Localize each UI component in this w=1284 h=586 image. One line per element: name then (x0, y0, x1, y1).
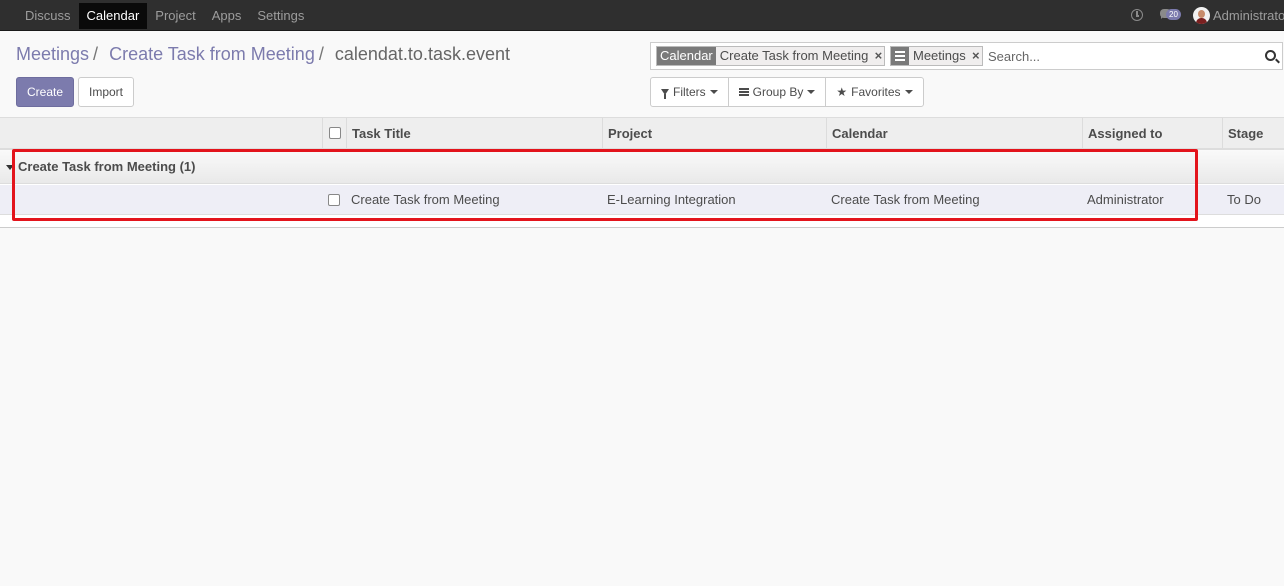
search-input[interactable] (988, 46, 1248, 66)
messaging-badge: 20 (1166, 9, 1181, 20)
user-avatar[interactable] (1193, 7, 1210, 24)
menu-item-settings[interactable]: Settings (249, 3, 312, 29)
menu-item-discuss[interactable]: Discuss (17, 3, 79, 29)
list-icon (891, 47, 909, 65)
search-facet-meetings: Meetings × (890, 46, 983, 66)
group-label: Create Task from Meeting (1) (18, 159, 196, 174)
caret-down-icon (709, 90, 718, 94)
search-icon[interactable] (1265, 50, 1276, 61)
facet-value: Create Task from Meeting (719, 48, 869, 63)
search-options: Filters Group By ★ Favorites (650, 77, 924, 107)
cell-assigned-to: Administrator (1087, 192, 1164, 207)
facet-value: Meetings (913, 48, 966, 63)
cell-calendar: Create Task from Meeting (831, 192, 980, 207)
table-header: Task Title Project Calendar Assigned to … (0, 118, 1284, 150)
user-menu[interactable]: Administrator (1213, 0, 1284, 31)
star-icon: ★ (836, 85, 848, 99)
group-row[interactable]: Create Task from Meeting (1) (0, 150, 1284, 184)
caret-down-icon (807, 90, 816, 94)
caret-down-icon (904, 90, 913, 94)
cell-stage: To Do (1227, 192, 1261, 207)
table-row[interactable]: Create Task from Meeting E-Learning Inte… (0, 185, 1284, 215)
bars-icon (738, 88, 749, 96)
column-task-title[interactable]: Task Title (346, 118, 603, 148)
app-menu: Discuss Calendar Project Apps Settings (17, 3, 312, 29)
row-checkbox[interactable] (328, 194, 340, 206)
column-project[interactable]: Project (602, 118, 827, 148)
cell-project: E-Learning Integration (607, 192, 736, 207)
select-all-cell (322, 118, 347, 148)
column-stage[interactable]: Stage (1222, 118, 1284, 148)
breadcrumb: Meetings / Create Task from Meeting / cale… (16, 44, 510, 64)
facet-remove-icon[interactable]: × (970, 47, 982, 65)
column-calendar[interactable]: Calendar (826, 118, 1083, 148)
import-button[interactable]: Import (78, 77, 134, 107)
breadcrumb-current: calendat.to.task.event (334, 44, 510, 64)
menu-item-apps[interactable]: Apps (204, 3, 250, 29)
search-bar[interactable]: Calendar Create Task from Meeting × Meet… (650, 42, 1283, 70)
group-by-button[interactable]: Group By (729, 78, 827, 106)
cell-task-title: Create Task from Meeting (351, 192, 500, 207)
search-facet-calendar: Calendar Create Task from Meeting × (656, 46, 886, 66)
caret-down-icon (6, 165, 14, 170)
facet-label: Calendar (657, 47, 716, 65)
list-view: Task Title Project Calendar Assigned to … (0, 117, 1284, 228)
breadcrumb-create-task[interactable]: Create Task from Meeting (109, 44, 315, 64)
favorites-button[interactable]: ★ Favorites (826, 78, 922, 106)
select-all-checkbox[interactable] (329, 127, 341, 139)
filter-icon (661, 89, 669, 99)
menu-item-project[interactable]: Project (147, 3, 203, 29)
filters-button[interactable]: Filters (651, 78, 729, 106)
top-navbar: Discuss Calendar Project Apps Settings 2… (0, 0, 1284, 31)
menu-item-calendar[interactable]: Calendar (78, 3, 148, 29)
breadcrumb-meetings[interactable]: Meetings (16, 44, 89, 64)
create-button[interactable]: Create (16, 77, 74, 107)
column-assigned-to[interactable]: Assigned to (1082, 118, 1223, 148)
activity-clock-icon[interactable] (1131, 9, 1143, 21)
facet-remove-icon[interactable]: × (872, 47, 884, 65)
